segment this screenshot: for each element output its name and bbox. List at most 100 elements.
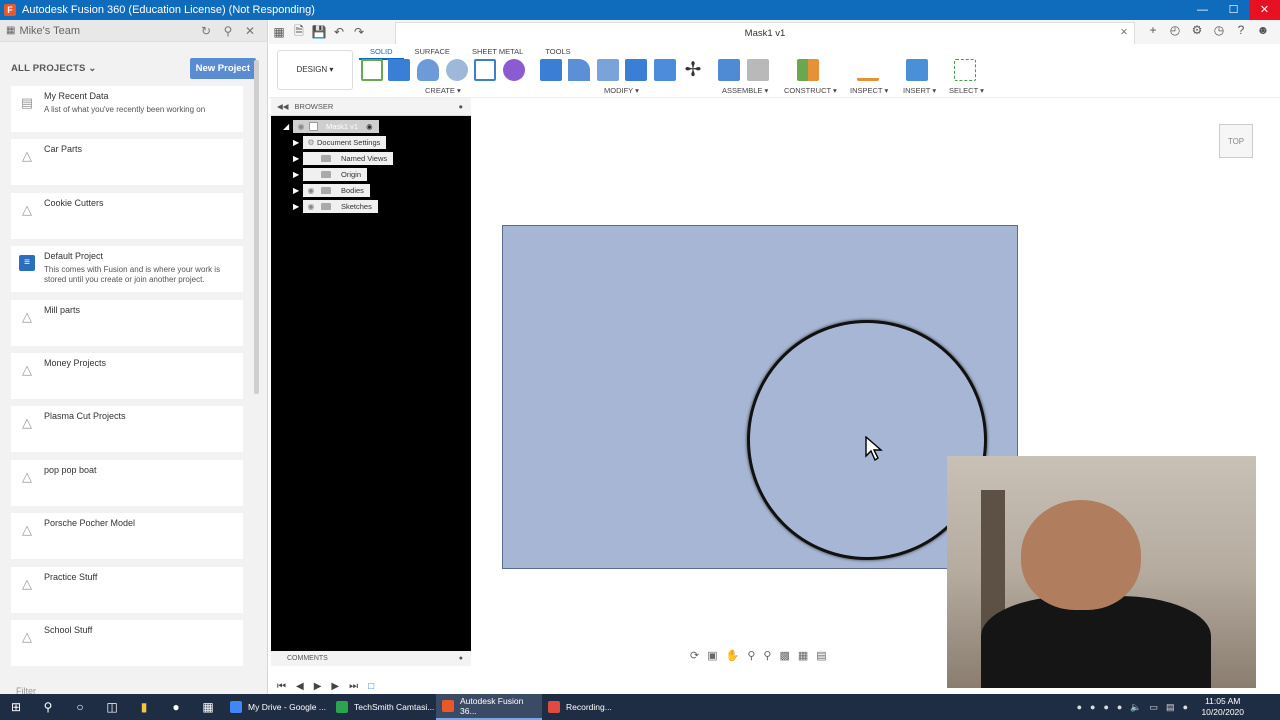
taskbar-app[interactable]: My Drive - Google ... [224,694,330,720]
new-project-button[interactable]: New Project [189,57,256,79]
data-panel-icon[interactable]: ▦ [269,25,289,39]
collapse-browser-icon[interactable]: ◀◀ [277,102,289,111]
visibility-icon[interactable]: ◉ [305,186,317,195]
pan-icon[interactable]: ✋ [726,649,740,662]
list-item[interactable]: △ School Stuff [11,619,243,666]
grid-settings-icon[interactable]: ▦ [798,649,808,662]
extensions-icon[interactable]: ⚙ [1186,23,1208,37]
document-tab[interactable]: Mask1 v1 ✕ [395,22,1135,44]
battery-icon[interactable]: ▭ [1150,702,1159,713]
expand-arrow-icon[interactable]: ▶ [293,138,303,147]
zoom-icon[interactable]: ⚲ [747,649,755,662]
all-projects-dropdown[interactable]: ALL PROJECTS ⌄ [11,63,190,74]
network-icon[interactable]: ▤ [1166,702,1175,713]
fit-icon[interactable]: ⚲ [763,649,771,662]
app-icon[interactable]: ● [160,694,192,720]
extrude-icon[interactable] [388,59,410,81]
file-explorer-icon[interactable]: ▮ [128,694,160,720]
toolbar-group-6[interactable]: SELECT ▾ [949,86,984,95]
filter-input[interactable]: Filter [16,686,36,694]
expand-arrow-icon[interactable]: ▶ [293,186,303,195]
form-icon[interactable] [503,59,525,81]
redo-icon[interactable]: ↷ [349,25,369,39]
step-forward-icon[interactable]: ▶ [331,681,339,692]
tab-sheet-metal[interactable]: SHEET METAL [461,45,534,60]
settings-icon[interactable]: ⚙ [305,138,317,147]
minimize-button[interactable]: — [1187,0,1218,20]
start-icon[interactable]: ⊞ [0,694,32,720]
refresh-icon[interactable]: ↻ [195,24,217,38]
task-view-icon[interactable]: ◫ [96,694,128,720]
help-icon[interactable]: ? [1230,23,1252,37]
toolbar-group-4[interactable]: INSPECT ▾ [850,86,888,95]
avatar[interactable]: ☻ [1252,23,1274,37]
measure-icon[interactable] [857,59,879,81]
go-to-start-icon[interactable]: ⏮ [277,681,286,692]
play-icon[interactable]: ▶ [314,681,322,692]
look-at-icon[interactable]: ▣ [707,649,717,662]
close-window-button[interactable]: ✕ [1249,0,1280,20]
microphone-icon[interactable]: ● [1183,702,1188,712]
browser-node[interactable]: ▶ ◉ Sketches [293,200,378,213]
construct-plane-icon[interactable] [797,59,819,81]
create-sketch-icon[interactable] [361,59,383,81]
visibility-icon[interactable]: ◉ [305,202,317,211]
collapse-arrow-icon[interactable]: ◢ [283,122,293,131]
grid-icon[interactable]: ▦ [6,25,15,36]
save-icon[interactable]: 💾 [309,25,329,39]
tray-icon[interactable]: ● [1090,702,1095,712]
toolbar-group-2[interactable]: ASSEMBLE ▾ [722,86,768,95]
list-item[interactable]: △ Practice Stuff [11,566,243,613]
workspace-switcher[interactable]: DESIGN ▾ [277,50,353,90]
tray-icon[interactable]: ● [1117,702,1122,712]
taskbar-clock[interactable]: 11:05 AM 10/20/2020 [1201,696,1244,718]
display-settings-icon[interactable]: ▩ [779,649,789,662]
tray-icon[interactable]: ● [1103,702,1108,712]
list-item[interactable]: △ Money Projects [11,352,243,399]
combine-icon[interactable] [625,59,647,81]
expand-arrow-icon[interactable]: ▶ [293,202,303,211]
browser-node[interactable]: ▶ ⚙ Document Settings [293,136,387,149]
browser-node[interactable]: ▶ Named Views [293,152,394,165]
revolve-icon[interactable] [417,59,439,81]
move-icon[interactable]: ✢ [682,59,704,81]
insert-image-icon[interactable] [906,59,928,81]
browser-options-icon[interactable]: ● [458,102,463,111]
taskbar-app[interactable]: Autodesk Fusion 36... [436,694,542,720]
viewcube[interactable]: TOP [1219,124,1253,158]
split-body-icon[interactable] [654,59,676,81]
browser-node[interactable]: ▶ ◉ Bodies [293,184,370,197]
close-panel-icon[interactable]: ✕ [239,24,261,38]
volume-icon[interactable]: 🔈 [1130,702,1141,713]
toolbar-group-3[interactable]: CONSTRUCT ▾ [784,86,837,95]
select-icon[interactable] [954,59,976,81]
viewports-icon[interactable]: ▤ [816,649,826,662]
orbit-icon[interactable]: ⟳ [690,649,699,662]
tab-surface[interactable]: SURFACE [404,45,461,60]
toolbar-group-0[interactable]: CREATE ▾ [425,86,461,95]
viewcube-face[interactable]: TOP [1228,137,1244,146]
expand-arrow-icon[interactable]: ▶ [293,170,303,179]
new-component-icon[interactable] [718,59,740,81]
tray-icon[interactable]: ● [1077,702,1082,712]
file-menu-icon[interactable]: 🗎 [289,22,309,43]
joint-icon[interactable] [747,59,769,81]
list-item[interactable]: △ Car Parts [11,139,243,186]
job-status-icon[interactable]: ◴ [1164,23,1186,37]
browser-root-node[interactable]: ◢ ◉ Mask1 v1 ◉ [283,120,379,133]
tab-tools[interactable]: TOOLS [534,45,581,60]
toolbar-group-1[interactable]: MODIFY ▾ [604,86,639,95]
expand-arrow-icon[interactable]: ▶ [293,154,303,163]
hole-icon[interactable] [446,59,468,81]
new-tab-icon[interactable]: + [1142,23,1164,37]
team-selector[interactable]: Mike's Team [19,25,195,37]
step-back-icon[interactable]: ◀ [296,681,304,692]
clock-icon[interactable]: ◷ [1208,23,1230,37]
scrollbar[interactable] [254,60,259,394]
tab-solid[interactable]: SOLID [359,45,404,60]
list-item[interactable]: △ Mill parts [11,299,243,346]
comments-add-icon[interactable]: ● [459,651,463,666]
calculator-icon[interactable]: ▦ [192,694,224,720]
taskbar-app[interactable]: Recording... [542,694,648,720]
list-item[interactable]: ≡ Default Project This comes with Fusion a… [11,246,243,293]
